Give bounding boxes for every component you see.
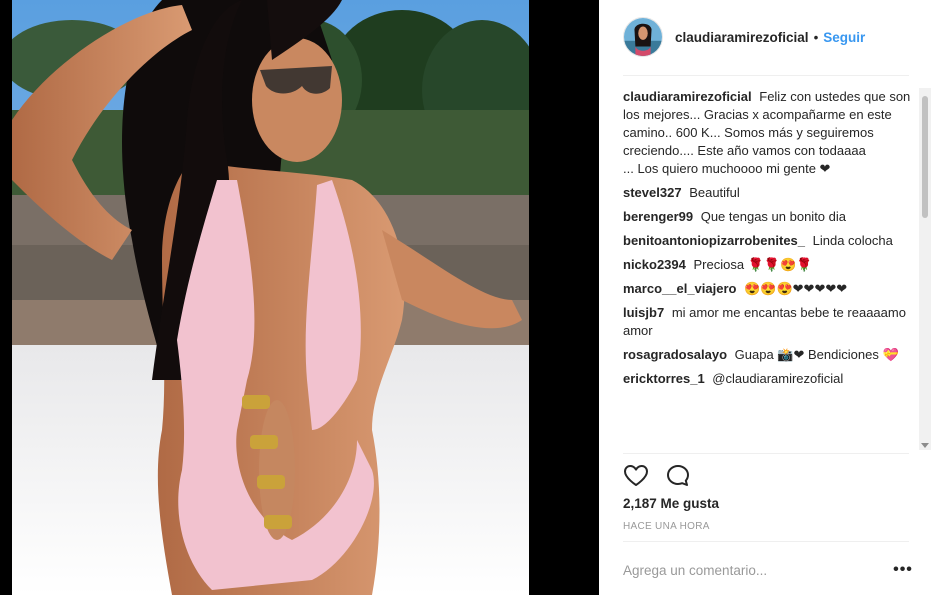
comment-text: Que tengas un bonito dia — [700, 209, 846, 224]
media-background — [0, 0, 599, 595]
list-item: stevel327 Beautiful — [623, 184, 915, 202]
post-caption: claudiaramirezoficial Feliz con ustedes … — [623, 88, 915, 178]
avatar[interactable] — [623, 17, 663, 57]
post-details-panel: claudiaramirezoficial • Seguir claudiara… — [599, 0, 931, 595]
comments-scrollbar[interactable] — [919, 88, 931, 450]
scrollbar-thumb[interactable] — [922, 96, 928, 218]
comment-text: Linda colocha — [812, 233, 893, 248]
comment-input[interactable] — [623, 558, 883, 582]
list-item: luisjb7 mi amor me encantas bebe te reaa… — [623, 304, 915, 340]
comment-username[interactable]: stevel327 — [623, 185, 682, 200]
post-actions — [623, 462, 707, 490]
comment-username[interactable]: marco__el_viajero — [623, 281, 736, 296]
comment-text: 😍😍😍❤❤❤❤❤ — [744, 281, 848, 296]
comment-text: Preciosa 🌹🌹😍🌹 — [693, 257, 813, 272]
comment-icon[interactable] — [665, 463, 691, 489]
comment-username[interactable]: berenger99 — [623, 209, 693, 224]
likes-count[interactable]: 2,187 Me gusta — [623, 496, 719, 511]
comments-list[interactable]: claudiaramirezoficial Feliz con ustedes … — [623, 88, 915, 452]
header-username[interactable]: claudiaramirezoficial — [675, 30, 809, 45]
list-item: berenger99 Que tengas un bonito dia — [623, 208, 915, 226]
comment-username[interactable]: ericktorres_1 — [623, 371, 705, 386]
header-divider — [623, 75, 909, 76]
comment-text: @claudiaramirezoficial — [712, 371, 844, 386]
avatar-image — [624, 18, 662, 56]
list-item: ericktorres_1 @claudiaramirezoficial — [623, 370, 915, 388]
scroll-down-arrow-icon[interactable] — [921, 443, 929, 448]
comment-username[interactable]: nicko2394 — [623, 257, 686, 272]
follow-button[interactable]: Seguir — [823, 30, 865, 45]
post-timestamp[interactable]: HACE UNA HORA — [623, 521, 710, 532]
comment-username[interactable]: rosagradosalayo — [623, 347, 727, 362]
list-item: nicko2394 Preciosa 🌹🌹😍🌹 — [623, 256, 915, 274]
post-photo-illustration — [12, 0, 529, 595]
post-header: claudiaramirezoficial • Seguir — [623, 15, 913, 59]
comment-text: mi amor me encantas bebe te reaaaamo amo… — [623, 305, 906, 338]
post-photo[interactable] — [12, 0, 529, 595]
comment-username[interactable]: benitoantoniopizarrobenites_ — [623, 233, 805, 248]
heart-icon[interactable] — [623, 463, 649, 489]
list-item: marco__el_viajero 😍😍😍❤❤❤❤❤ — [623, 280, 915, 298]
caption-username[interactable]: claudiaramirezoficial — [623, 89, 752, 104]
comment-username[interactable]: luisjb7 — [623, 305, 664, 320]
header-separator-dot: • — [813, 29, 819, 45]
list-item: benitoantoniopizarrobenites_ Linda coloc… — [623, 232, 915, 250]
comments-divider — [623, 453, 909, 454]
list-item: rosagradosalayo Guapa 📸❤ Bendiciones 💝 — [623, 346, 915, 364]
comment-text: Beautiful — [689, 185, 740, 200]
more-options-icon[interactable]: ••• — [891, 558, 915, 582]
comment-text: Guapa 📸❤ Bendiciones 💝 — [734, 347, 899, 362]
input-divider — [623, 541, 909, 542]
